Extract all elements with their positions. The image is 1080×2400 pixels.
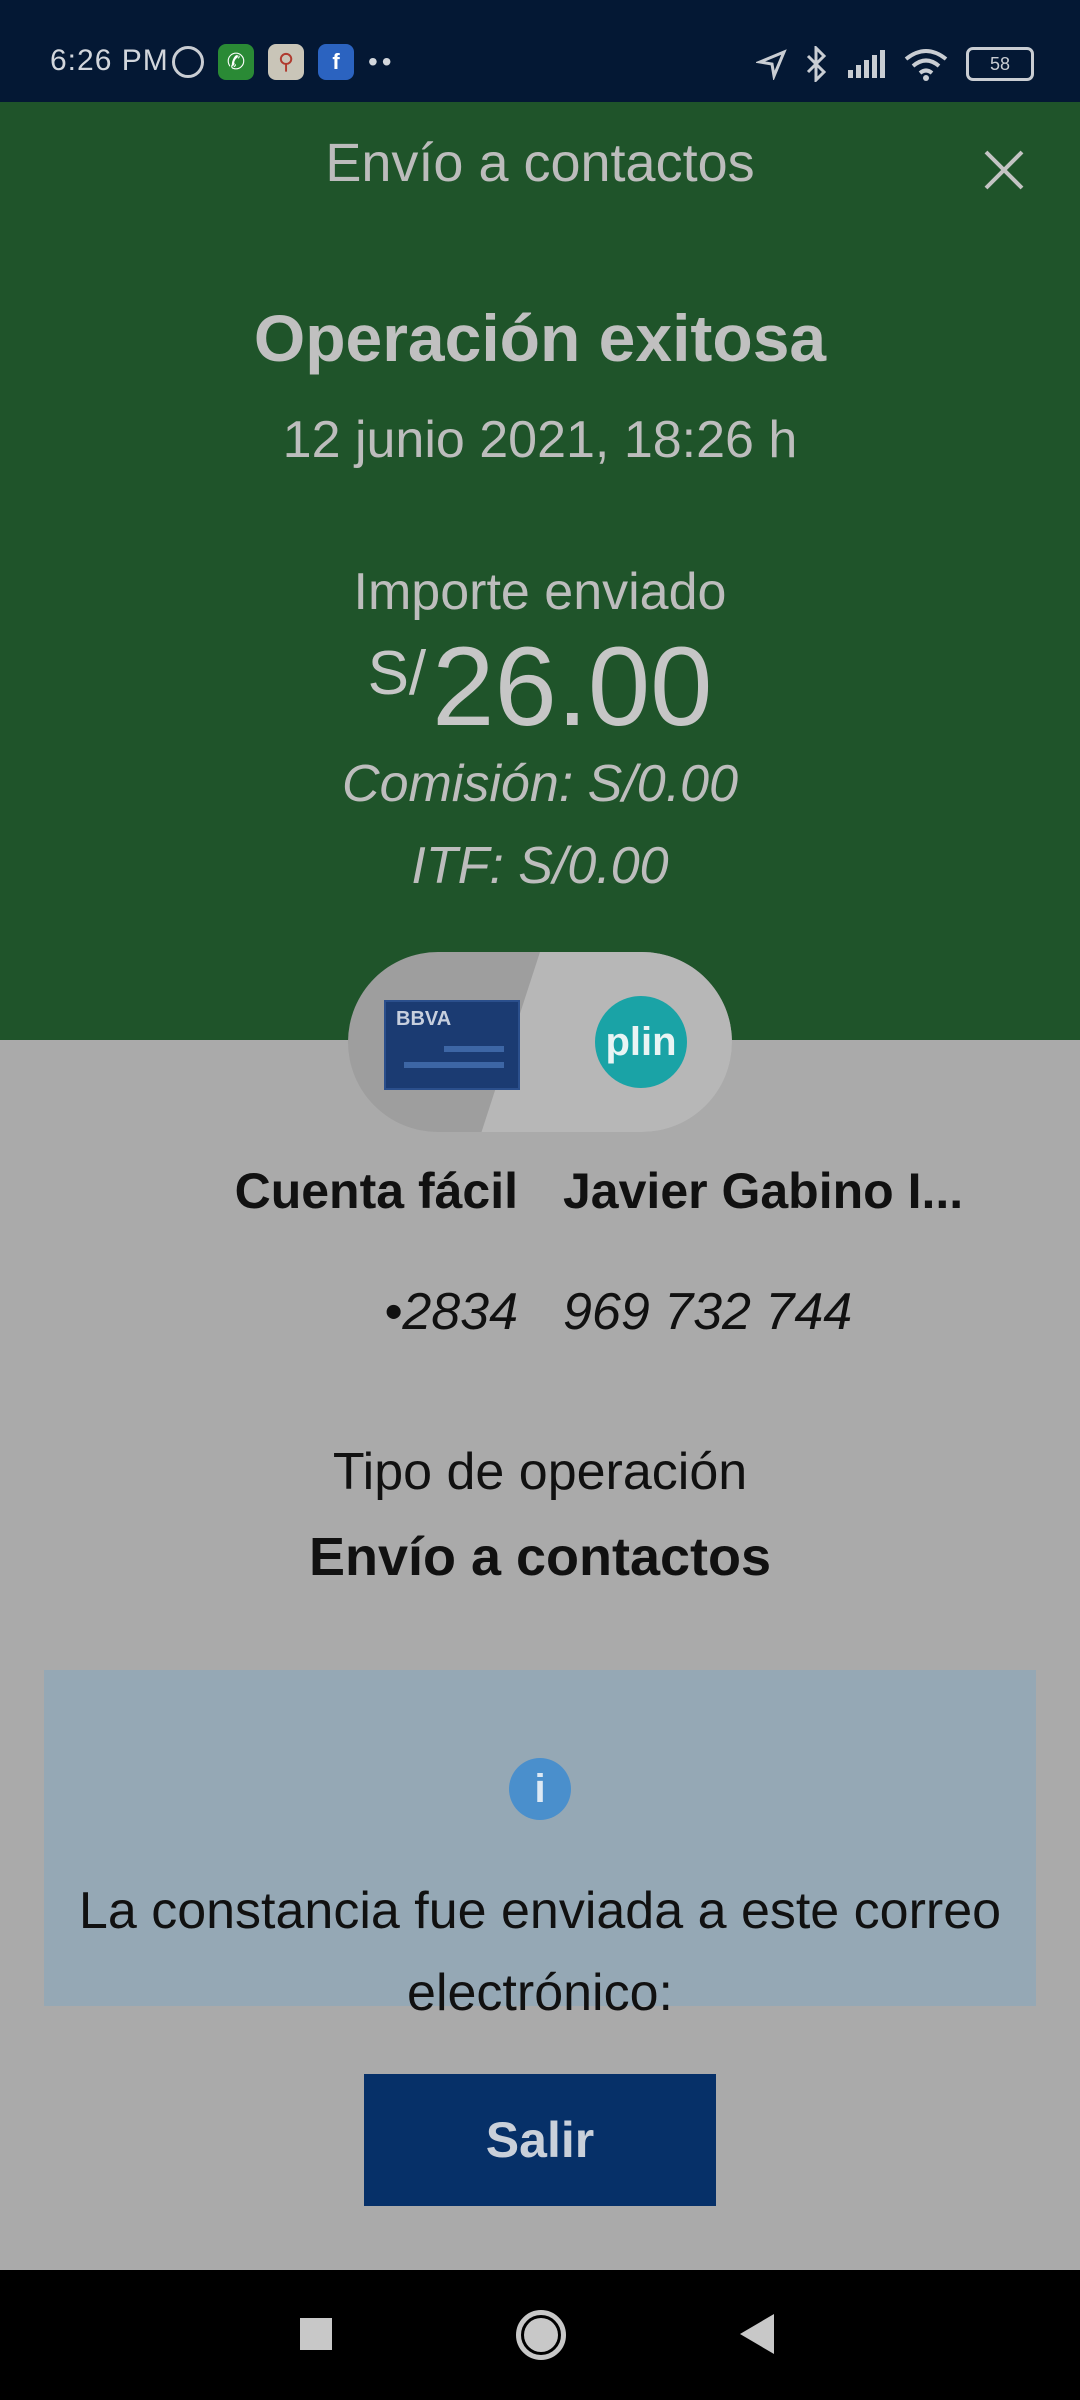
itf-tax: ITF: S/0.00 — [411, 837, 669, 895]
battery-icon: 58 — [966, 47, 1034, 81]
info-message: La constancia fue enviada a este correo … — [78, 1882, 1002, 2022]
facebook-icon: f — [318, 44, 354, 80]
navigation-bar — [0, 2270, 1080, 2400]
more-notifications-icon: •• — [368, 46, 396, 77]
back-button[interactable] — [740, 2314, 774, 2354]
status-bar: 6:26 PM ✆ ⚲ f •• 58 — [0, 0, 1080, 102]
bbva-card-logo: BBVA — [384, 1000, 520, 1090]
amount-currency: S/ — [367, 639, 427, 708]
status-time: 6:26 PM — [50, 44, 169, 77]
alarm-icon — [172, 46, 204, 78]
destination-contact-name: Javier Gabino I... — [563, 1163, 964, 1219]
recents-button[interactable] — [300, 2318, 332, 2350]
system-icons: 58 — [756, 46, 1034, 82]
bbva-logo-text: BBVA — [396, 1008, 452, 1030]
receipt-header: Envío a contactos Operación exitosa 12 j… — [0, 102, 1080, 1040]
notification-icons: ✆ ⚲ f •• — [172, 44, 396, 80]
plin-logo: plin — [595, 996, 687, 1088]
home-button-dot — [524, 2318, 558, 2352]
location-icon — [756, 49, 787, 80]
commission: Comisión: S/0.00 — [342, 755, 738, 813]
close-icon[interactable] — [978, 144, 1030, 196]
card-stripe — [444, 1046, 504, 1052]
amount-value: 26.00 — [432, 624, 713, 749]
destination-phone: 969 732 744 — [563, 1283, 853, 1341]
bluetooth-icon — [806, 46, 827, 82]
transfer-logos: BBVA plin — [348, 952, 732, 1132]
signal-icon — [848, 50, 885, 78]
exit-button[interactable]: Salir — [364, 2074, 716, 2206]
origin-account-number: •2834 — [384, 1283, 518, 1341]
page-title: Envío a contactos — [325, 133, 755, 193]
operation-status: Operación exitosa — [253, 301, 827, 375]
operation-type-value: Envío a contactos — [308, 1527, 772, 1587]
maps-icon: ⚲ — [268, 44, 304, 80]
origin-account-name: Cuenta fácil — [234, 1163, 518, 1219]
operation-type-label: Tipo de operación — [332, 1443, 748, 1501]
wifi-icon — [904, 49, 948, 81]
whatsapp-icon: ✆ — [218, 44, 254, 80]
info-icon: i — [509, 1758, 571, 1820]
card-stripe — [404, 1062, 504, 1068]
amount: S/ 26.00 — [0, 622, 1080, 751]
operation-date: 12 junio 2021, 18:26 h — [282, 411, 798, 469]
amount-label: Importe enviado — [353, 563, 727, 621]
